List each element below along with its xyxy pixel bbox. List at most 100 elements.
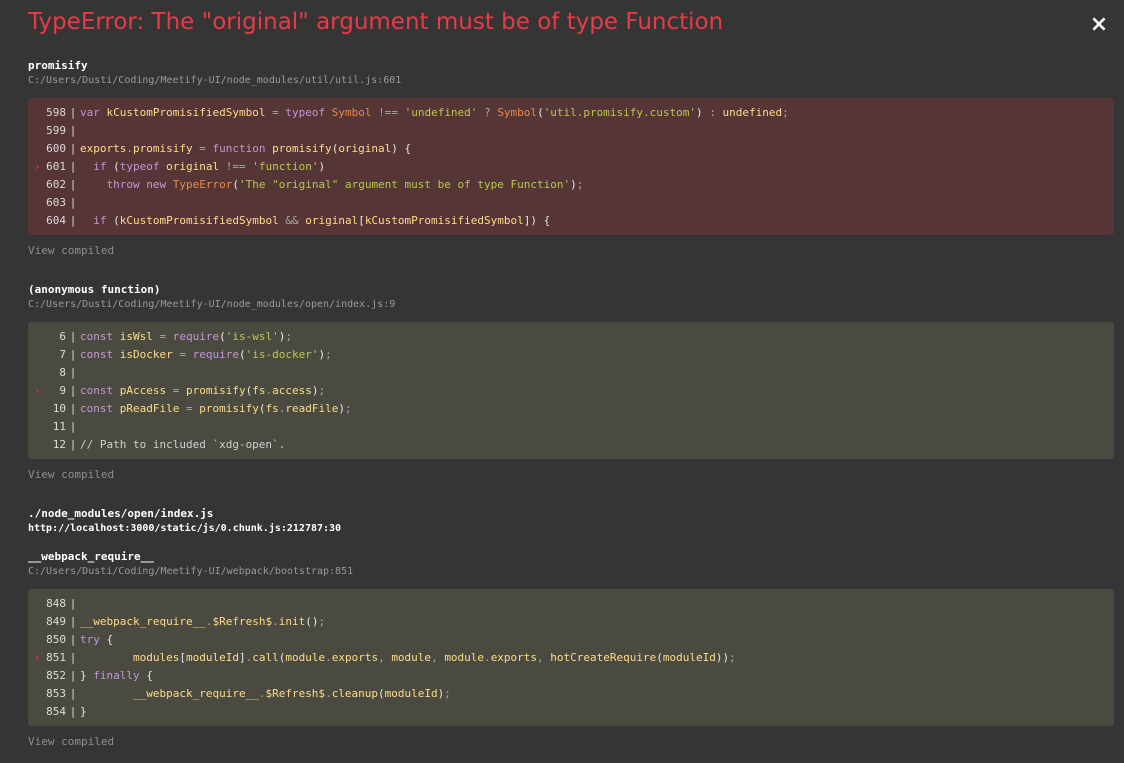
gutter-divider: | (69, 196, 77, 209)
error-title: TypeError: The "original" argument must … (28, 9, 724, 35)
frame-function-name: __webpack_require__ (28, 550, 154, 563)
code-text: exports.promisify = function promisify(o… (80, 142, 412, 155)
line-number: 602 (46, 178, 66, 191)
frame-location: C:/Users/Dusti/Coding/Meetify-UI/webpack… (28, 566, 354, 577)
gutter-divider: | (69, 330, 77, 343)
line-number: 598 (46, 106, 66, 119)
frame-location: C:/Users/Dusti/Coding/Meetify-UI/node_mo… (28, 299, 396, 310)
gutter-divider: | (69, 438, 77, 451)
code-line: 848 | (28, 595, 1114, 613)
gutter-divider: | (69, 178, 77, 191)
gutter-divider: | (69, 124, 77, 137)
frame-location: C:/Users/Dusti/Coding/Meetify-UI/node_mo… (28, 75, 402, 86)
gutter-divider: | (69, 420, 77, 433)
code-line: 11 | (28, 418, 1114, 436)
code-line: 853 | __webpack_require__.$Refresh$.clean… (28, 685, 1114, 703)
code-text: try { (80, 633, 114, 646)
code-text: } (80, 705, 87, 718)
code-line: 602 | throw new TypeError('The "original"… (28, 176, 1114, 194)
gutter-divider: | (69, 142, 77, 155)
stack-frame: (anonymous function) C:/Users/Dusti/Codi… (28, 283, 1114, 482)
code-snippet: 848 | 849 | __webpack_require__.$Refresh$.in… (28, 589, 1114, 726)
code-text: const isWsl = require('is-wsl'); (80, 330, 292, 343)
code-line: 603 | (28, 194, 1114, 212)
gutter-divider: | (69, 687, 77, 700)
gutter-divider: | (69, 615, 77, 628)
gutter-divider: | (69, 366, 77, 379)
view-compiled-link[interactable]: View compiled (28, 468, 1114, 482)
error-overlay: TypeError: The "original" argument must … (0, 0, 1124, 763)
code-text: __webpack_require__.$Refresh$.cleanup(mo… (132, 687, 451, 700)
line-number: 852 (46, 669, 66, 682)
current-line-marker-icon: › (34, 651, 41, 664)
current-line-marker-icon: › (34, 160, 41, 173)
gutter-divider: | (69, 106, 77, 119)
line-number: 7 (59, 348, 66, 361)
code-line: › 601 | if (typeof original !== 'function'… (28, 158, 1114, 176)
gutter-divider: | (69, 384, 77, 397)
code-text: const pAccess = promisify(fs.access); (80, 384, 326, 397)
stack-frame: __webpack_require__ C:/Users/Dusti/Codin… (28, 550, 1114, 749)
code-line: 852 |} finally { (28, 667, 1114, 685)
code-text: const pReadFile = promisify(fs.readFile)… (80, 402, 352, 415)
view-compiled-link[interactable]: View compiled (28, 244, 1114, 258)
code-text: if (kCustomPromisifiedSymbol && original… (93, 214, 551, 227)
gutter-divider: | (69, 705, 77, 718)
code-text: } finally { (80, 669, 153, 682)
code-line: 854 |} (28, 703, 1114, 721)
code-line: 604 | if (kCustomPromisifiedSymbol && ori… (28, 212, 1114, 230)
line-number: 603 (46, 196, 66, 209)
code-line: 8 | (28, 364, 1114, 382)
gutter-divider: | (69, 214, 77, 227)
frame-function-name: ./node_modules/open/index.js (28, 507, 214, 520)
frame-location: http://localhost:3000/static/js/0.chunk.… (28, 523, 342, 534)
code-line: › 851 | modules[moduleId].call(module.expo… (28, 649, 1114, 667)
view-compiled-link[interactable]: View compiled (28, 735, 1114, 749)
code-line: › 9 | const pAccess = promisify(fs.access); (28, 382, 1114, 400)
gutter-divider: | (69, 348, 77, 361)
line-number: 11 (52, 420, 66, 433)
code-line: 7 | const isDocker = require('is-docker'); (28, 346, 1114, 364)
line-number: 604 (46, 214, 66, 227)
close-icon[interactable]: × (1088, 14, 1110, 36)
line-number: 848 (46, 597, 66, 610)
line-number: 10 (52, 402, 66, 415)
gutter-divider: | (69, 669, 77, 682)
code-line: 12 |// Path to included `xdg-open`. (28, 436, 1114, 454)
gutter-divider: | (69, 651, 77, 664)
code-text: // Path to included `xdg-open`. (80, 438, 286, 451)
code-text: if (typeof original !== 'function') (93, 160, 326, 173)
gutter-divider: | (69, 597, 77, 610)
code-line: 6 | const isWsl = require('is-wsl'); (28, 328, 1114, 346)
frame-function-name: promisify (28, 59, 88, 72)
line-number: 849 (46, 615, 66, 628)
code-line: 10 | const pReadFile = promisify(fs.readFi… (28, 400, 1114, 418)
stack-frame: ./node_modules/open/index.js http://loca… (28, 507, 1114, 536)
code-line: 850 | try { (28, 631, 1114, 649)
gutter-divider: | (69, 160, 77, 173)
line-number: 853 (46, 687, 66, 700)
code-line: 598 | var kCustomPromisifiedSymbol = typeo… (28, 104, 1114, 122)
line-number: 600 (46, 142, 66, 155)
code-line: 599 | (28, 122, 1114, 140)
current-line-marker-icon: › (34, 384, 41, 397)
code-snippet: 6 | const isWsl = require('is-wsl'); 7 | cons… (28, 322, 1114, 459)
line-number: 6 (59, 330, 66, 343)
stack-frame: promisify C:/Users/Dusti/Coding/Meetify-… (28, 59, 1114, 258)
code-snippet: 598 | var kCustomPromisifiedSymbol = typeo… (28, 98, 1114, 235)
line-number: 850 (46, 633, 66, 646)
code-text: var kCustomPromisifiedSymbol = typeof Sy… (80, 106, 789, 119)
gutter-divider: | (69, 402, 77, 415)
frame-function-name: (anonymous function) (28, 283, 161, 296)
code-line: 600 | exports.promisify = function promisi… (28, 140, 1114, 158)
gutter-divider: | (69, 633, 77, 646)
code-text: throw new TypeError('The "original" argu… (106, 178, 584, 191)
code-line: 849 | __webpack_require__.$Refresh$.init()… (28, 613, 1114, 631)
line-number: 12 (52, 438, 66, 451)
line-number: 854 (46, 705, 66, 718)
code-text: __webpack_require__.$Refresh$.init(); (80, 615, 326, 628)
code-text: modules[moduleId].call(module.exports, m… (132, 651, 736, 664)
line-number: 599 (46, 124, 66, 137)
line-number: 8 (59, 366, 66, 379)
code-text: const isDocker = require('is-docker'); (80, 348, 332, 361)
